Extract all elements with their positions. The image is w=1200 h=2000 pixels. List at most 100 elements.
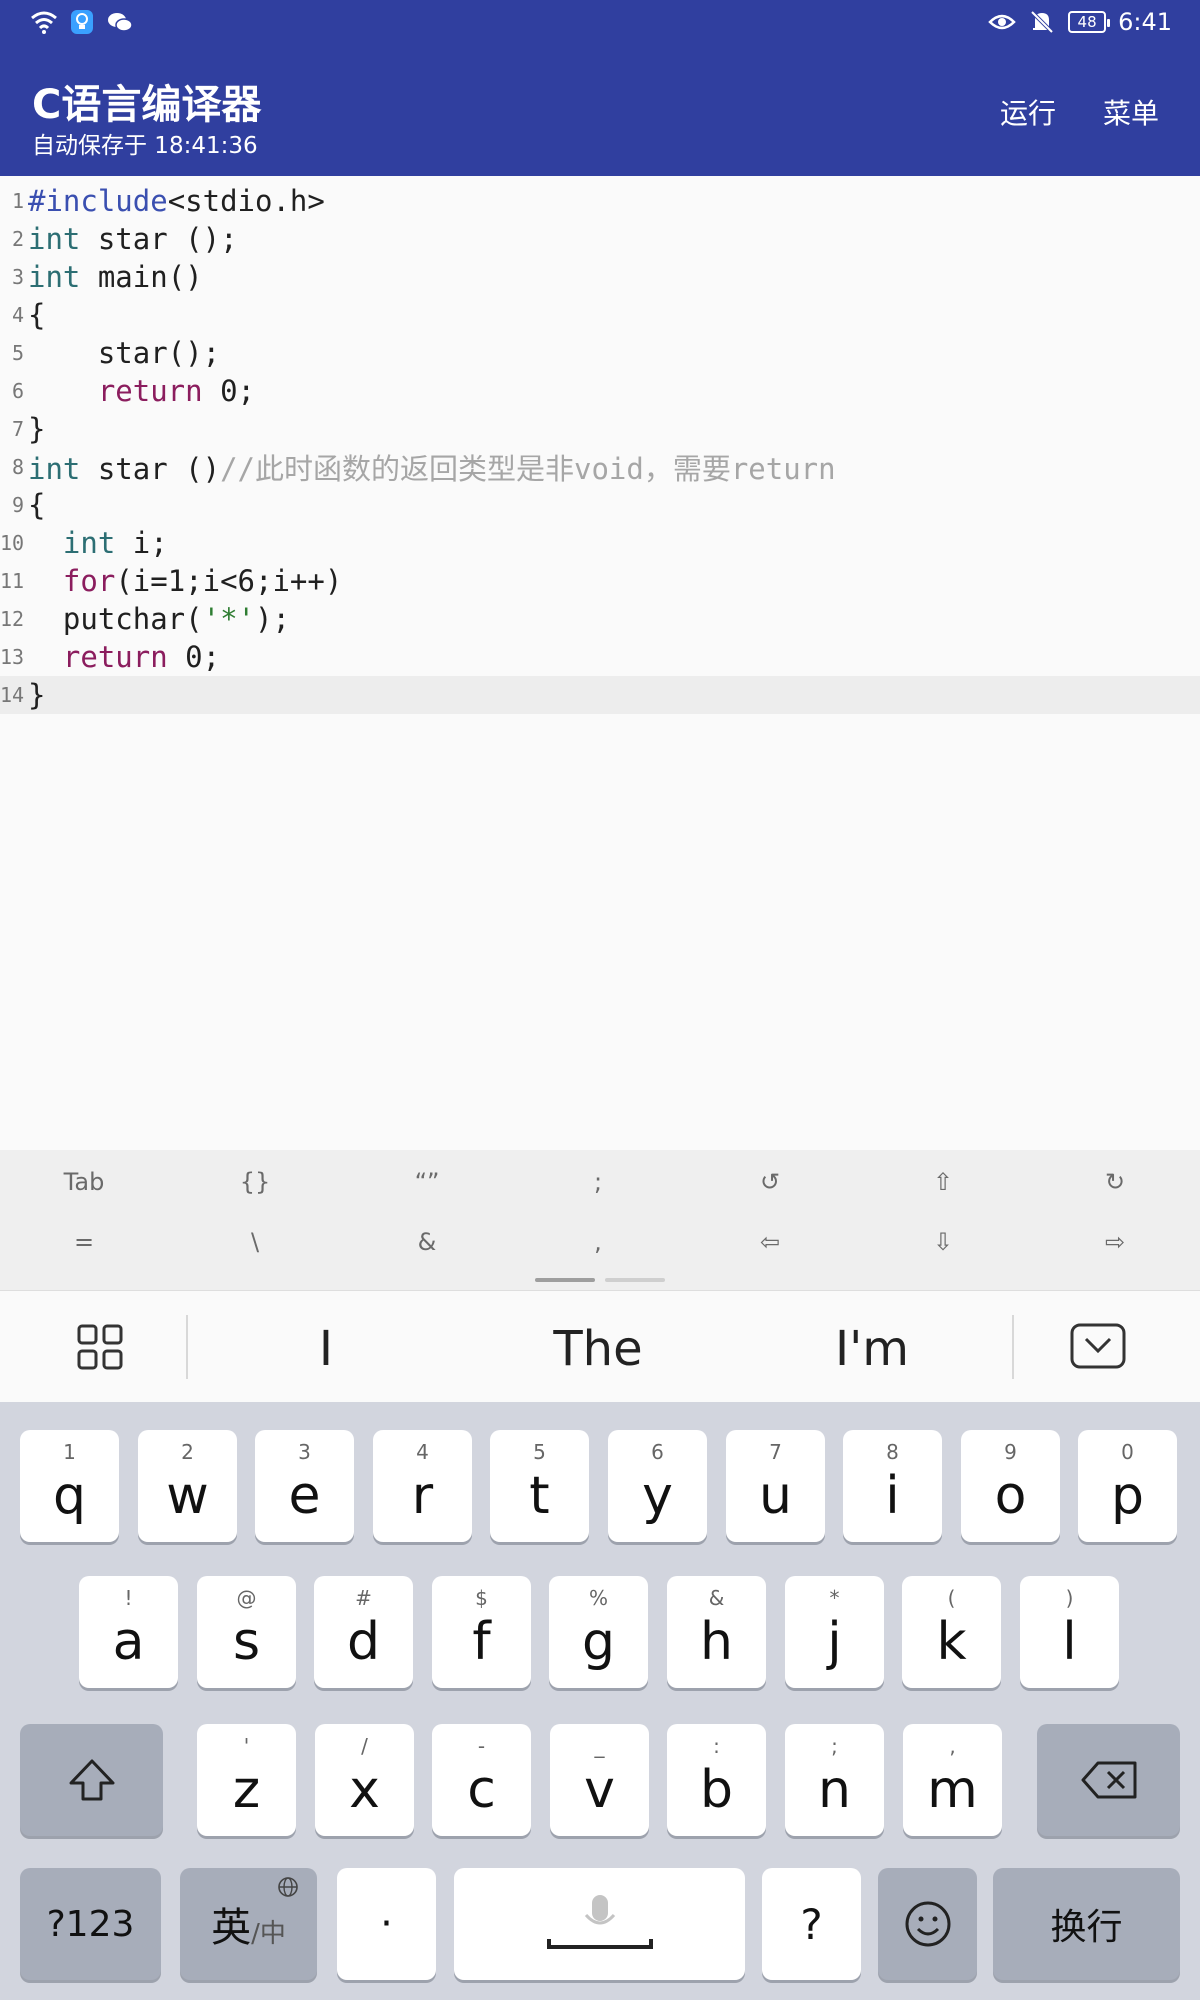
symbol-key[interactable]: “” — [367, 1168, 487, 1196]
key-h[interactable]: & h — [667, 1576, 766, 1688]
symbol-key[interactable]: ⇧ — [883, 1168, 1003, 1196]
key-hint: $ — [475, 1586, 488, 1610]
lightbulb-notification-icon — [71, 10, 93, 34]
key-c[interactable]: -c — [432, 1724, 531, 1836]
space-key[interactable] — [454, 1868, 745, 1980]
code-line[interactable]: 10 int i; — [0, 524, 1200, 562]
line-number: 5 — [11, 341, 24, 365]
code-line[interactable]: 4{ — [0, 296, 1200, 334]
key-hint: ! — [124, 1586, 133, 1610]
symbol-key[interactable]: ⇩ — [883, 1228, 1003, 1256]
key-x[interactable]: / x — [315, 1724, 414, 1836]
shift-key[interactable] — [20, 1724, 163, 1836]
symbol-key[interactable]: ↺ — [710, 1168, 830, 1196]
code-line[interactable]: 13 return 0; — [0, 638, 1200, 676]
line-number: 7 — [11, 417, 24, 441]
language-switch-key[interactable]: 英/中 — [180, 1868, 317, 1980]
symbol-key[interactable]: ↻ — [1055, 1168, 1175, 1196]
backspace-key[interactable] — [1037, 1724, 1180, 1836]
code-token: return — [62, 640, 168, 674]
code-text: #include<stdio.h> — [28, 184, 325, 218]
period-key[interactable]: · — [337, 1868, 436, 1980]
key-o[interactable]: 9o — [961, 1430, 1060, 1542]
code-token: (i=1;i<6;i++) — [115, 564, 343, 598]
code-text: int star ()//此时函数的返回类型是非void，需要return — [28, 446, 836, 488]
key-hint: ( — [947, 1586, 956, 1610]
hide-keyboard-icon[interactable] — [1070, 1323, 1126, 1369]
key-label: w — [166, 1466, 209, 1526]
code-token: putchar( — [28, 602, 203, 636]
numbers-symbols-key[interactable]: ?123 — [20, 1868, 161, 1980]
symbol-key[interactable]: & — [367, 1228, 487, 1256]
code-line[interactable]: 12 putchar('*'); — [0, 600, 1200, 638]
menu-button[interactable]: 菜单 — [1103, 92, 1159, 132]
key-k[interactable]: (k — [902, 1576, 1001, 1688]
suggestion-2[interactable]: The — [488, 1321, 708, 1377]
code-token: '*' — [202, 602, 255, 636]
code-editor[interactable]: 1 #include<stdio.h> 2 int star (); 3 int main… — [0, 182, 1200, 1150]
key-w[interactable]: 2w — [138, 1430, 237, 1542]
code-line[interactable]: 1 #include<stdio.h> — [0, 182, 1200, 220]
key-q[interactable]: 1q — [20, 1430, 119, 1542]
key-p[interactable]: 0p — [1078, 1430, 1177, 1542]
key-i[interactable]: 8i — [843, 1430, 942, 1542]
symbol-key[interactable]: Tab — [24, 1168, 144, 1196]
code-token: int — [28, 452, 81, 486]
code-text: for(i=1;i<6;i++) — [28, 564, 342, 598]
key-d[interactable]: # d — [314, 1576, 413, 1688]
line-number: 4 — [11, 303, 24, 327]
code-line[interactable]: 11 for(i=1;i<6;i++) — [0, 562, 1200, 600]
key-f[interactable]: $ f — [432, 1576, 531, 1688]
key-l[interactable]: ) l — [1020, 1576, 1119, 1688]
key-label: v — [584, 1760, 615, 1820]
code-token: for — [62, 564, 116, 598]
apps-grid-icon[interactable] — [76, 1323, 124, 1371]
key-label: p — [1110, 1466, 1144, 1526]
autosave-status: 自动保存于 18:41:36 — [32, 133, 258, 159]
key-label: c — [467, 1760, 496, 1820]
code-line[interactable]: 9{ — [0, 486, 1200, 524]
key-n[interactable]: ; n — [785, 1724, 884, 1836]
key-r[interactable]: 4r — [373, 1430, 472, 1542]
key-s[interactable]: @ s — [197, 1576, 296, 1688]
symbol-key[interactable]: {} — [195, 1168, 315, 1196]
key-y[interactable]: 6y — [608, 1430, 707, 1542]
code-token: //此时函数的返回类型是非void，需要return — [220, 452, 836, 486]
key-a[interactable]: ! a — [79, 1576, 178, 1688]
key-u[interactable]: 7u — [726, 1430, 825, 1542]
run-button[interactable]: 运行 — [1000, 92, 1056, 132]
key-v[interactable]: _ v — [550, 1724, 649, 1836]
enter-key[interactable]: 换行 — [993, 1868, 1180, 1980]
line-number: 12 — [0, 607, 25, 631]
key-m[interactable]: ,m — [903, 1724, 1002, 1836]
key-hint: 3 — [298, 1440, 311, 1464]
key-j[interactable]: * j — [785, 1576, 884, 1688]
symbol-key[interactable]: \ — [195, 1228, 315, 1256]
code-line[interactable]: 3 int main() — [0, 258, 1200, 296]
code-line[interactable]: 7} — [0, 410, 1200, 448]
key-hint: @ — [236, 1586, 257, 1610]
symbol-key[interactable]: ⇦ — [710, 1228, 830, 1256]
emoji-key[interactable] — [878, 1868, 977, 1980]
code-line[interactable]: 8 int star ()//此时函数的返回类型是非void，需要return — [0, 448, 1200, 486]
emoji-icon — [905, 1901, 950, 1947]
suggestion-3[interactable]: I'm — [762, 1321, 982, 1377]
key-label: t — [529, 1466, 550, 1526]
symbol-key[interactable]: = — [24, 1228, 144, 1256]
code-line[interactable]: 14} — [0, 676, 1200, 714]
code-line[interactable]: 2 int star (); — [0, 220, 1200, 258]
code-line[interactable]: 6 return 0; — [0, 372, 1200, 410]
symbol-key[interactable]: ⇨ — [1055, 1228, 1175, 1256]
code-line[interactable]: 5 star(); — [0, 334, 1200, 372]
suggestion-1[interactable]: I — [216, 1321, 436, 1377]
key-t[interactable]: 5t — [490, 1430, 589, 1542]
key-label: o — [994, 1466, 1027, 1526]
key-g[interactable]: % g — [549, 1576, 648, 1688]
key-z[interactable]: ' z — [197, 1724, 296, 1836]
key-label: y — [642, 1466, 673, 1526]
key-b[interactable]: :b — [667, 1724, 766, 1836]
symbol-key[interactable]: , — [538, 1228, 658, 1256]
key-e[interactable]: 3e — [255, 1430, 354, 1542]
question-key[interactable]: ? — [762, 1868, 861, 1980]
symbol-key[interactable]: ; — [538, 1168, 658, 1196]
